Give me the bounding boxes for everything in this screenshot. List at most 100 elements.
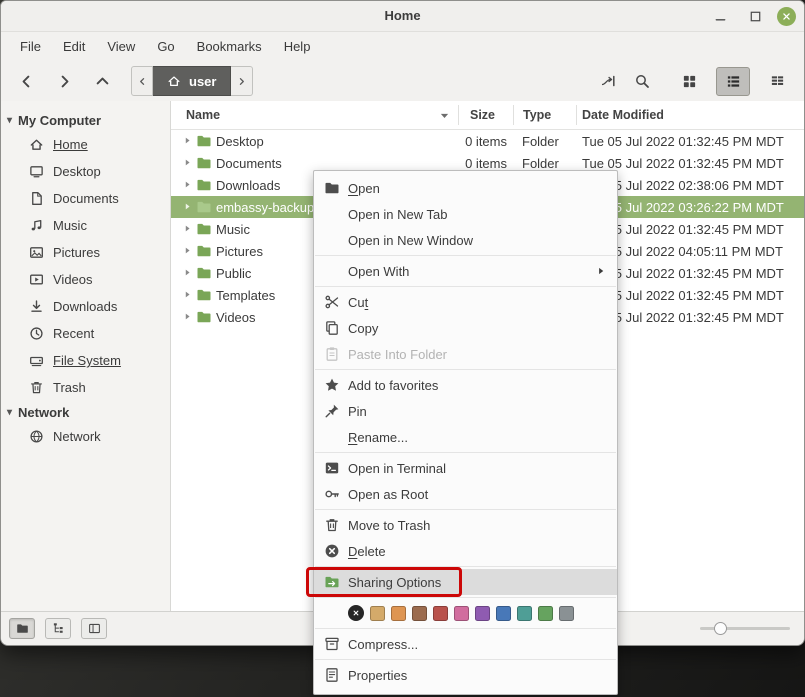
menu-item-open-as-root[interactable]: Open as Root <box>314 481 617 507</box>
menubar-item-edit[interactable]: Edit <box>52 35 96 58</box>
back-button[interactable] <box>11 66 41 96</box>
menu-item-paste-into-folder[interactable]: Paste Into Folder <box>314 341 617 367</box>
sidebar-item-trash[interactable]: Trash <box>1 374 170 401</box>
folder-color-swatch-4[interactable] <box>433 606 448 621</box>
expander-icon[interactable] <box>182 179 193 190</box>
path-button-user[interactable]: user <box>153 66 231 96</box>
toggle-sidebar-button[interactable] <box>81 618 107 639</box>
menu-item-open-in-new-window[interactable]: Open in New Window <box>314 227 617 253</box>
sidebar-section-label: My Computer <box>18 113 101 128</box>
folder-icon <box>196 309 212 325</box>
expander-icon[interactable] <box>182 289 193 300</box>
folder-color-swatch-5[interactable] <box>454 606 469 621</box>
menu-separator <box>315 566 616 567</box>
menu-item-open-in-new-tab[interactable]: Open in New Tab <box>314 201 617 227</box>
list-view-button[interactable] <box>716 67 750 96</box>
menu-item-copy[interactable]: Copy <box>314 315 617 341</box>
menu-item-properties[interactable]: Properties <box>314 662 617 688</box>
forward-button[interactable] <box>49 66 79 96</box>
folder-color-swatch-1[interactable] <box>370 606 385 621</box>
show-treeview-button[interactable] <box>45 618 71 639</box>
sidebar-item-documents[interactable]: Documents <box>1 185 170 212</box>
folder-color-swatch-2[interactable] <box>391 606 406 621</box>
sidebar-item-label: Music <box>53 218 87 233</box>
column-divider[interactable] <box>576 105 577 125</box>
expander-icon[interactable] <box>182 135 193 146</box>
sidebar-item-label: Desktop <box>53 164 101 179</box>
sidebar-item-downloads[interactable]: Downloads <box>1 293 170 320</box>
folder-color-swatch-10[interactable] <box>559 606 574 621</box>
menu-item-delete[interactable]: Delete <box>314 538 617 564</box>
up-button[interactable] <box>87 66 117 96</box>
sidebar-item-label: Pictures <box>53 245 100 260</box>
menu-item-sharing-options[interactable]: Sharing Options <box>314 569 617 595</box>
zoom-slider-handle[interactable] <box>714 622 727 635</box>
expander-icon[interactable] <box>182 311 193 322</box>
expander-icon[interactable] <box>182 157 193 168</box>
folder-color-swatch-9[interactable] <box>538 606 553 621</box>
column-type[interactable]: Type <box>523 108 551 122</box>
sidebar-item-videos[interactable]: Videos <box>1 266 170 293</box>
menu-item-rename[interactable]: Rename... <box>314 424 617 450</box>
column-divider[interactable] <box>458 105 459 125</box>
menu-item-open-with[interactable]: Open With <box>314 258 617 284</box>
file-row-desktop[interactable]: Desktop0 itemsFolderTue 05 Jul 2022 01:3… <box>171 130 804 152</box>
compact-view-button[interactable] <box>760 67 794 96</box>
sidebar-item-music[interactable]: Music <box>1 212 170 239</box>
sidebar-item-desktop[interactable]: Desktop <box>1 158 170 185</box>
menu-item-open-in-terminal[interactable]: Open in Terminal <box>314 455 617 481</box>
maximize-button[interactable] <box>742 5 768 27</box>
minimize-button[interactable] <box>707 5 733 27</box>
folder-color-swatch-8[interactable] <box>517 606 532 621</box>
menubar-item-go[interactable]: Go <box>146 35 185 58</box>
folder-color-swatch-6[interactable] <box>475 606 490 621</box>
toggle-location-entry-button[interactable] <box>596 69 620 93</box>
search-button[interactable] <box>630 69 654 93</box>
expander-icon[interactable] <box>182 223 193 234</box>
expander-icon[interactable] <box>182 267 193 278</box>
show-places-button[interactable] <box>9 618 35 639</box>
column-date-modified[interactable]: Date Modified <box>582 108 664 122</box>
file-name: Videos <box>216 310 256 325</box>
close-button[interactable] <box>777 7 796 26</box>
sidebar-item-recent[interactable]: Recent <box>1 320 170 347</box>
column-divider[interactable] <box>513 105 514 125</box>
menu-item-label: Rename... <box>348 430 607 445</box>
column-name[interactable]: Name <box>186 108 220 122</box>
sidebar-item-network[interactable]: Network <box>1 423 170 450</box>
menu-item-label: Open in New Tab <box>348 207 607 222</box>
menu-item-compress[interactable]: Compress... <box>314 631 617 657</box>
expander-icon[interactable] <box>182 201 193 212</box>
path-previous-button[interactable] <box>131 66 153 96</box>
icon-view-button[interactable] <box>672 67 706 96</box>
delete-icon <box>324 543 340 559</box>
menu-item-move-to-trash[interactable]: Move to Trash <box>314 512 617 538</box>
sidebar-item-file-system[interactable]: File System <box>1 347 170 374</box>
menu-item-cut[interactable]: Cut <box>314 289 617 315</box>
menu-item-add-to-favorites[interactable]: Add to favorites <box>314 372 617 398</box>
title-bar[interactable]: Home <box>1 1 804 32</box>
menubar-item-file[interactable]: File <box>9 35 52 58</box>
menubar-item-bookmarks[interactable]: Bookmarks <box>186 35 273 58</box>
file-name: Desktop <box>216 134 264 149</box>
column-size[interactable]: Size <box>470 108 495 122</box>
close-x-icon <box>780 10 793 23</box>
folder-color-swatch-7[interactable] <box>496 606 511 621</box>
sidebar-section-label: Network <box>18 405 69 420</box>
menubar-item-view[interactable]: View <box>96 35 146 58</box>
reset-folder-color-button[interactable] <box>348 605 364 621</box>
sidebar-item-pictures[interactable]: Pictures <box>1 239 170 266</box>
sidebar-item-label: Recent <box>53 326 94 341</box>
menu-item-pin[interactable]: Pin <box>314 398 617 424</box>
zoom-slider[interactable] <box>700 627 790 630</box>
path-next-button[interactable] <box>231 66 253 96</box>
sidebar-section-network[interactable]: ▾Network <box>1 401 170 423</box>
folder-icon <box>16 622 29 635</box>
sidebar-item-home[interactable]: Home <box>1 131 170 158</box>
menu-item-open[interactable]: Open <box>314 175 617 201</box>
expander-icon[interactable] <box>182 245 193 256</box>
menu-item-label: Paste Into Folder <box>348 347 607 362</box>
sidebar-section-my-computer[interactable]: ▾My Computer <box>1 109 170 131</box>
folder-color-swatch-3[interactable] <box>412 606 427 621</box>
menubar-item-help[interactable]: Help <box>273 35 322 58</box>
